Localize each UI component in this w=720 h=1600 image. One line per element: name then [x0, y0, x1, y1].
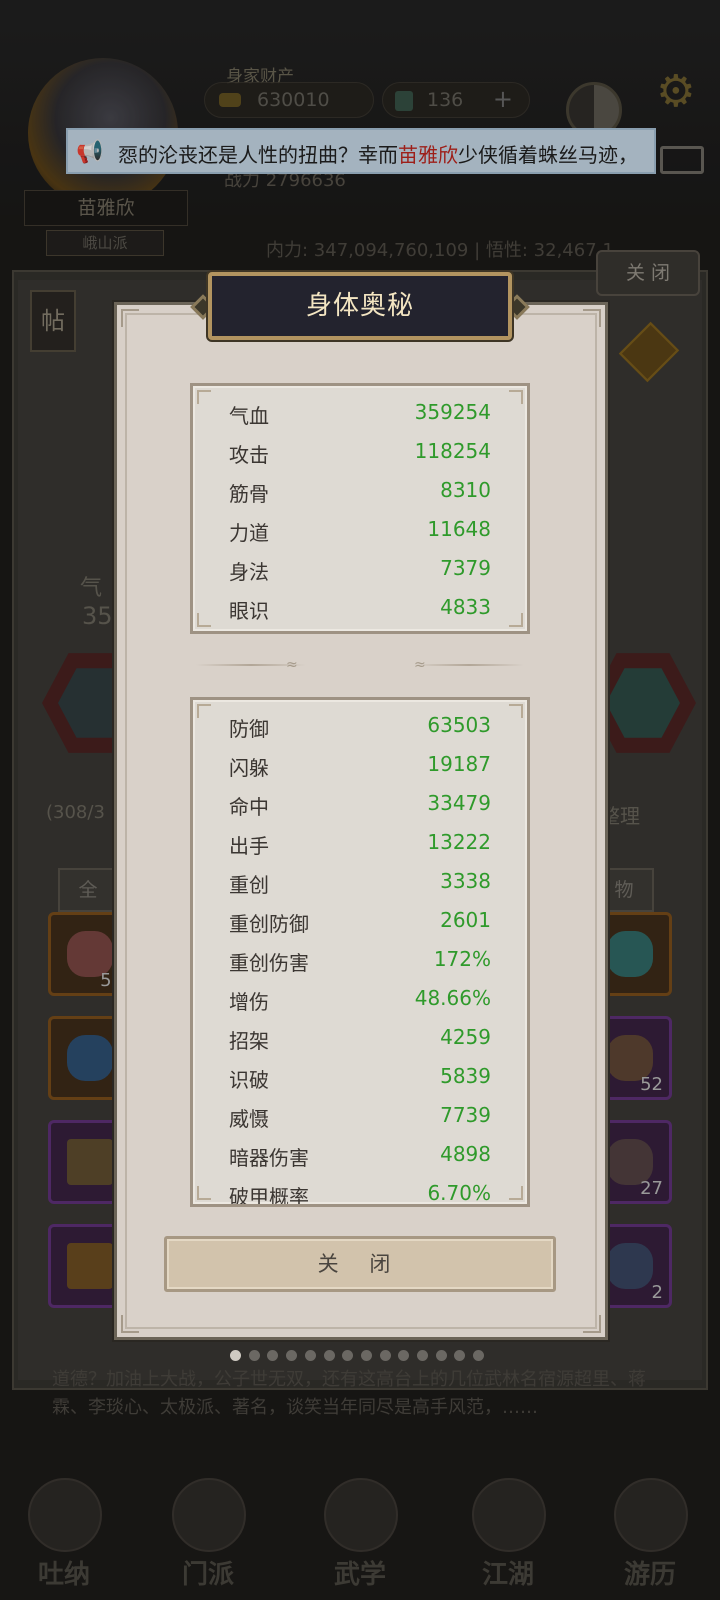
divider-right — [414, 664, 524, 666]
stat-label: 身法 — [229, 560, 269, 584]
page-dot[interactable] — [304, 1350, 316, 1361]
stat-label: 出手 — [229, 834, 269, 858]
stat-label: 增伤 — [229, 990, 269, 1014]
stat-value: 359254 — [414, 400, 491, 424]
stat-row: 招架 4259 — [229, 1017, 491, 1056]
stat-row: 增伤 48.66% — [229, 978, 491, 1017]
stat-value: 63503 — [427, 713, 491, 737]
stat-row: 眼识 4833 — [229, 587, 491, 626]
stat-value: 48.66% — [414, 986, 491, 1010]
stat-row: 气血 359254 — [229, 392, 491, 431]
advanced-stats-box[interactable]: 防御 63503 闪躲 19187 命中 33479 出手 13222 重创 3338 重创防御 26… — [190, 697, 530, 1207]
modal-title: 身体奥秘 — [305, 291, 414, 321]
stat-label: 暗器伤害 — [229, 1146, 309, 1170]
stat-row: 命中 33479 — [229, 783, 491, 822]
page-dot[interactable] — [379, 1350, 391, 1361]
stat-value: 33479 — [427, 791, 491, 815]
basic-stats-box: 气血 359254 攻击 118254 筋骨 8310 力道 11648 身法 7379 眼识 483… — [190, 383, 530, 634]
stat-row: 防御 63503 — [229, 705, 491, 744]
stat-label: 重创防御 — [229, 912, 309, 936]
stat-row: 暗器伤害 4898 — [229, 1134, 491, 1173]
stat-label: 破甲概率 — [229, 1185, 309, 1207]
stat-row: 身法 7379 — [229, 548, 491, 587]
page-dot[interactable] — [435, 1350, 447, 1361]
stat-row: 力道 11648 — [229, 509, 491, 548]
stat-value: 6.70% — [427, 1181, 491, 1205]
stat-value: 2601 — [440, 908, 491, 932]
stat-row: 攻击 118254 — [229, 431, 491, 470]
stat-row: 重创防御 2601 — [229, 900, 491, 939]
stat-label: 命中 — [229, 795, 269, 819]
modal-title-plate: 身体奥秘 — [208, 272, 512, 340]
stat-label: 招架 — [229, 1029, 269, 1053]
stat-label: 威慑 — [229, 1107, 269, 1131]
stat-row: 筋骨 8310 — [229, 470, 491, 509]
page-dot[interactable] — [323, 1350, 335, 1361]
stat-label: 气血 — [229, 404, 269, 428]
page-dot[interactable] — [417, 1350, 428, 1361]
stat-value: 5839 — [440, 1064, 491, 1088]
page-dot[interactable] — [230, 1350, 241, 1361]
stat-row: 重创伤害 172% — [229, 939, 491, 978]
stat-value: 19187 — [427, 752, 491, 776]
stat-label: 识破 — [229, 1068, 269, 1092]
close-button-label: 关 闭 — [317, 1252, 403, 1276]
stat-label: 防御 — [229, 717, 269, 741]
stat-value: 8310 — [440, 478, 491, 502]
stat-label: 攻击 — [229, 443, 269, 467]
stat-value: 118254 — [414, 439, 491, 463]
close-button[interactable]: 关 闭 — [164, 1236, 556, 1292]
stat-value: 7379 — [440, 556, 491, 580]
page-dot[interactable] — [360, 1350, 372, 1361]
stat-label: 眼识 — [229, 599, 269, 623]
stat-value: 172% — [433, 947, 491, 971]
stat-value: 4833 — [440, 595, 491, 619]
stat-label: 闪躲 — [229, 756, 269, 780]
stat-row: 闪躲 19187 — [229, 744, 491, 783]
stat-value: 11648 — [427, 517, 491, 541]
stat-row: 威慑 7739 — [229, 1095, 491, 1134]
stat-value: 13222 — [427, 830, 491, 854]
page-dot[interactable] — [248, 1350, 260, 1361]
stat-value: 4898 — [440, 1142, 491, 1166]
stat-label: 重创伤害 — [229, 951, 309, 975]
stat-row: 破甲概率 6.70% — [229, 1173, 491, 1207]
stat-value: 3338 — [440, 869, 491, 893]
stat-row: 出手 13222 — [229, 822, 491, 861]
stat-row: 识破 5839 — [229, 1056, 491, 1095]
stat-label: 重创 — [229, 873, 269, 897]
stat-label: 力道 — [229, 521, 269, 545]
stat-label: 筋骨 — [229, 482, 269, 506]
stat-value: 7739 — [440, 1103, 491, 1127]
divider-ornament-left: ≈ — [286, 657, 298, 673]
stat-row: 重创 3338 — [229, 861, 491, 900]
stat-value: 4259 — [440, 1025, 491, 1049]
